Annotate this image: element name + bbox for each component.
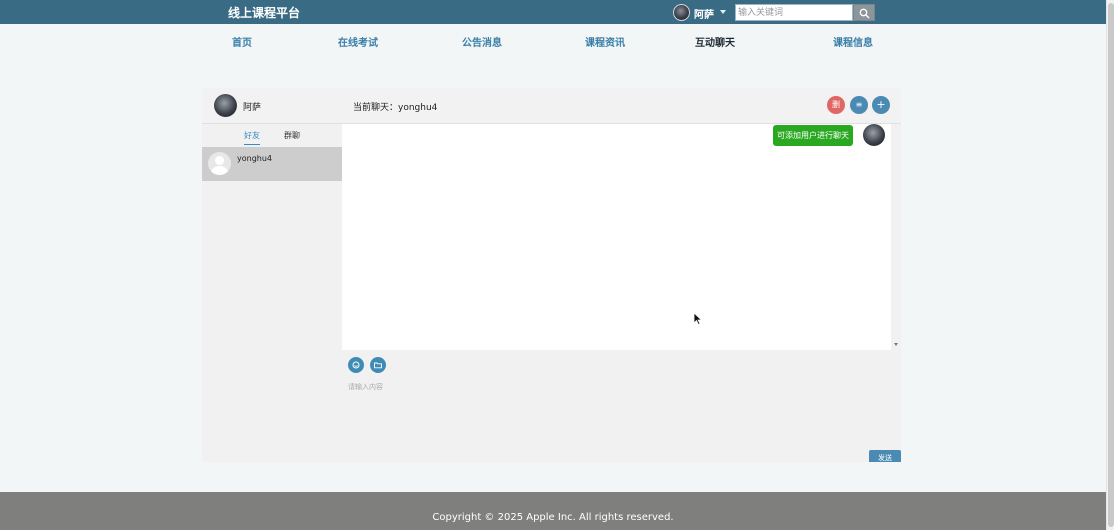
- menu-button[interactable]: ≡: [850, 96, 868, 114]
- plus-icon: +: [876, 98, 886, 111]
- default-avatar-icon: [208, 152, 231, 175]
- page-scrollbar-thumb[interactable]: [1108, 3, 1114, 527]
- site-brand[interactable]: 线上课程平台: [228, 4, 300, 21]
- nav-item-course-info[interactable]: 课程信息: [833, 34, 873, 49]
- top-bar: 线上课程平台 阿萨: [0, 0, 1106, 24]
- tab-friends[interactable]: 好友: [244, 130, 260, 145]
- mouse-cursor-icon: [693, 312, 703, 326]
- scroll-down-arrow-icon[interactable]: [894, 343, 898, 346]
- nav-item-interactive-chat[interactable]: 互动聊天: [695, 34, 735, 49]
- emoji-button[interactable]: [348, 357, 364, 373]
- nav-item-online-exam[interactable]: 在线考试: [338, 34, 378, 49]
- message-bubble: 可添加用户进行聊天: [773, 125, 853, 146]
- my-name: 阿萨: [243, 103, 262, 113]
- nav-item-home[interactable]: 首页: [232, 34, 252, 49]
- contact-name: yonghu4: [237, 154, 273, 163]
- nav-item-course-news[interactable]: 课程资讯: [585, 34, 625, 49]
- message-avatar: [863, 124, 885, 146]
- tab-group-chat[interactable]: 群聊: [284, 130, 300, 144]
- file-button[interactable]: [370, 357, 386, 373]
- contact-sidebar: 好友 群聊 yonghu4: [202, 124, 342, 462]
- message-area[interactable]: 可添加用户进行聊天: [342, 124, 891, 350]
- my-avatar: [214, 94, 237, 117]
- send-button[interactable]: 发送: [869, 450, 901, 462]
- folder-icon: [374, 362, 382, 369]
- page-scrollbar[interactable]: [1106, 0, 1114, 530]
- search-icon: [859, 8, 870, 19]
- message-scrollbar[interactable]: [891, 124, 901, 350]
- add-user-button[interactable]: +: [872, 96, 890, 114]
- chevron-down-icon[interactable]: [720, 10, 726, 14]
- copyright-text: Copyright © 2025 Apple Inc. All rights r…: [432, 512, 674, 523]
- search-input[interactable]: [735, 4, 853, 21]
- current-chat-title: 当前聊天：yonghu4: [353, 103, 438, 113]
- emoji-icon: [352, 361, 360, 369]
- nav-item-announcements[interactable]: 公告消息: [462, 34, 502, 49]
- user-avatar[interactable]: [673, 4, 690, 21]
- main-nav: 首页 在线考试 公告消息 课程资讯 互动聊天 课程信息: [0, 34, 1106, 50]
- delete-chat-button[interactable]: 删: [827, 96, 845, 114]
- chat-header: 阿萨 当前聊天：yonghu4 删 ≡ +: [202, 88, 901, 124]
- contact-item[interactable]: yonghu4: [202, 147, 342, 181]
- search-button[interactable]: [853, 4, 875, 21]
- footer: Copyright © 2025 Apple Inc. All rights r…: [0, 492, 1106, 530]
- message-input[interactable]: [348, 382, 888, 442]
- list-icon: ≡: [855, 100, 863, 109]
- user-name[interactable]: 阿萨: [694, 6, 714, 21]
- chat-panel: 阿萨 当前聊天：yonghu4 删 ≡ + 好友 群聊 yonghu4 可添加用…: [202, 88, 901, 462]
- delete-icon: 删: [832, 100, 840, 109]
